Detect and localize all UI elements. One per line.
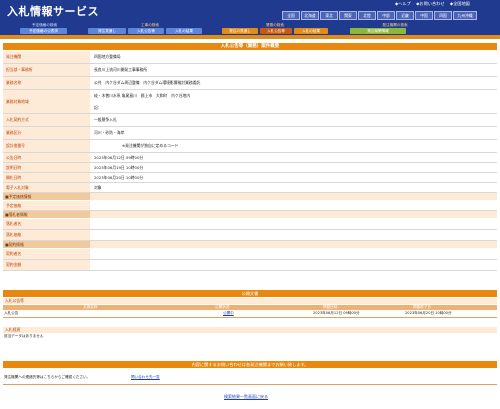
table-row: 契約者名 (3, 249, 497, 260)
inquiry-banner: 内容に関するお問い合わせは各発注機関までお願い致します。 (3, 361, 497, 368)
col-status: 公開状況 (215, 305, 230, 309)
region-tab-tohoku[interactable]: 東北 (320, 11, 338, 20)
row-label: 予定価格 (3, 201, 90, 210)
table-row: 落札価格 (3, 230, 497, 241)
row-label: 電子入札対象 (3, 183, 90, 192)
nav-accent-band (0, 35, 500, 39)
row-label: 契約者名 (3, 249, 90, 259)
page-title: 入札公告等（業務）案件概要 (3, 43, 497, 50)
table-row: 開札日時 2023年06月20日 10時00分 (3, 173, 497, 183)
row-value: 長良川上流河川開発工事事務所 (94, 67, 148, 72)
site-title: 入札情報サービス (7, 5, 99, 18)
doc-name: 入札公告 (4, 311, 19, 315)
region-tab-chubu[interactable]: 中部 (377, 11, 395, 20)
row-value: 河川・砂防・海岸 (94, 130, 125, 135)
table-row: 契約金額 (3, 260, 497, 271)
tab-construction-result[interactable]: 入札の結果 (166, 28, 202, 34)
col-end: 掲載終了日 (413, 305, 431, 309)
row-value: 2023年06月20日 10時00分 (94, 174, 144, 180)
row-label: 入札契約方式 (3, 114, 90, 126)
row-value: ※発注機関が独自に定めるコード (122, 143, 179, 148)
public-docs-subhead: 入札公告等 (3, 298, 497, 304)
row-value: 四国地方整備局 (94, 54, 121, 59)
contact-link[interactable]: ◆お問い合わせ (416, 1, 444, 6)
row-label: 落札者名 (3, 219, 90, 229)
row-value: 記： (94, 104, 102, 110)
back-to-results-link[interactable]: 検索結果一覧画面に戻る (224, 394, 268, 400)
region-tab-chugoku[interactable]: 中国 (415, 11, 433, 20)
table-row: 業務名称 公共 内ケ谷ダム周辺整備 内ケ谷ダム環境影響検討業務委託 (3, 77, 497, 90)
row-value: 岐・木曽川水系 亀尾島川 郡上市 大和町 内ケ谷地内 (94, 93, 191, 98)
table-row: 予定価格 (3, 201, 497, 211)
table-row: 業務対象地域 岐・木曽川水系 亀尾島川 郡上市 大和町 内ケ谷地内 記： (3, 90, 497, 114)
divider (3, 384, 497, 385)
nav-bar: 予定価格の検索 工事の検索 業務の検索 発注機関の検索 予定価格の公表済 発注見… (0, 22, 500, 35)
region-tab-kanto[interactable]: 関東 (339, 11, 357, 20)
region-tab-kyushu[interactable]: 九州沖縄 (453, 11, 477, 20)
section-fill (90, 193, 497, 200)
table-row: 入札契約方式 一般競争入札 (3, 114, 497, 127)
section-fill (90, 211, 497, 218)
tab-agency-info[interactable]: 発注機関情報 (350, 28, 406, 34)
bid-progress-subhead: 入札経過 (3, 327, 497, 333)
doc-end: 2023年06月20日 10時00分 (405, 311, 452, 315)
tab-construction-notice[interactable]: 入札公告等 (128, 28, 164, 34)
section-winner: ■落札者情報 (3, 211, 90, 218)
table-row: 公告日時 2023年06月12日 09時00分 (3, 153, 497, 163)
row-value: 対象 (94, 184, 102, 190)
table-row: 発注機関 四国地方整備局 (3, 51, 497, 64)
row-label: 業務区分 (3, 127, 90, 139)
doc-status-link[interactable]: 公開中 (223, 311, 234, 316)
row-value: 公共 内ケ谷ダム周辺整備 内ケ谷ダム環境影響検討業務委託 (94, 80, 201, 85)
help-link[interactable]: ◆ヘルプ (395, 1, 411, 6)
top-links: ◆ヘルプ ◆お問い合わせ ◆全国地図 (395, 1, 474, 7)
section-estimate: ■予定価格情報 (3, 193, 90, 200)
row-label: 担当部・事務所 (3, 64, 90, 76)
public-docs-title: 公開文書 (3, 290, 497, 297)
section-contract: ■契約情報 (3, 241, 90, 248)
col-posted: 掲載日時 (323, 305, 338, 309)
row-value: 2023年06月19日 10時00分 (94, 164, 144, 170)
contact-list-link[interactable]: 問い合わせ先一覧 (131, 375, 160, 380)
no-data-text: 該当データはありません (4, 334, 44, 338)
tab-service-outlook[interactable]: 発注の見通し (222, 28, 258, 34)
table-row: 落札者名 (3, 219, 497, 230)
row-label: 設計書番号 (3, 140, 90, 152)
tab-construction-outlook[interactable]: 発注見通し (88, 28, 126, 34)
table-row: 電子入札対象 対象 (3, 183, 497, 193)
tab-service-notice[interactable]: 入札公告等 (260, 28, 292, 34)
table-row: 業務区分 河川・砂防・海岸 (3, 127, 497, 140)
public-docs-header: 文書名称 公開状況 掲載日時 掲載終了日 (3, 305, 497, 310)
region-tab-shikoku[interactable]: 四国 (434, 11, 452, 20)
table-row: 設計書番号 ※発注機関が独自に定めるコード (3, 140, 497, 153)
row-value: 2023年06月12日 09時00分 (94, 154, 144, 160)
table-row: 入札公告 公開中 2023年06月12日 09時00分 2023年06月20日 … (3, 311, 497, 318)
tab-estimate-published[interactable]: 予定価格の公表済 (20, 28, 67, 34)
map-link[interactable]: ◆全国地図 (450, 1, 470, 6)
region-tab-hokuriku[interactable]: 北陸 (358, 11, 376, 20)
row-label: 開札日時 (3, 173, 90, 182)
col-doc-name: 文書名称 (83, 305, 98, 309)
row-label: 公告日時 (3, 153, 90, 162)
row-label: 発注機関 (3, 51, 90, 63)
row-label: 業務名称 (3, 77, 90, 89)
row-label: 説明日時 (3, 163, 90, 172)
region-tab-national[interactable]: 全国 (282, 11, 300, 20)
row-value: 一般競争入札 (94, 117, 117, 122)
region-tab-kinki[interactable]: 近畿 (396, 11, 414, 20)
table-row: 説明日時 2023年06月19日 10時00分 (3, 163, 497, 173)
section-fill (90, 241, 497, 248)
table-row: 担当部・事務所 長良川上流河川開発工事事務所 (3, 64, 497, 77)
inquiry-text: 発注機関への連絡先等はこちらからご確認ください。 (4, 375, 91, 379)
row-label: 契約金額 (3, 260, 90, 270)
row-label: 業務対象地域 (3, 90, 90, 113)
region-tab-hokkaido[interactable]: 北海道 (301, 11, 319, 20)
tab-service-result[interactable]: 入札の結果 (294, 28, 328, 34)
row-label: 落札価格 (3, 230, 90, 240)
doc-posted: 2023年06月12日 09時00分 (313, 311, 360, 315)
